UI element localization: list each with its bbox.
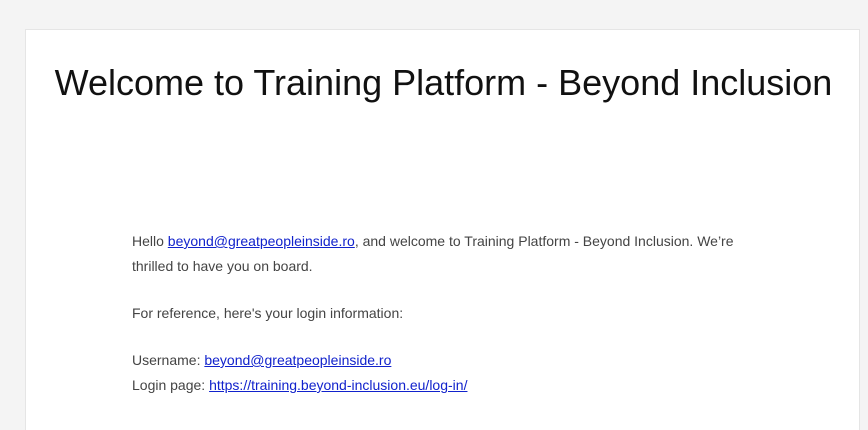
- username-line: Username: beyond@greatpeopleinside.ro: [132, 348, 752, 373]
- email-viewport: Welcome to Training Platform - Beyond In…: [0, 0, 868, 430]
- reference-paragraph: For reference, here's your login informa…: [132, 305, 404, 321]
- email-body: Hello beyond@greatpeopleinside.ro, and w…: [132, 229, 752, 398]
- greeting-prefix: Hello: [132, 233, 168, 249]
- login-page-link[interactable]: https://training.beyond-inclusion.eu/log…: [209, 377, 467, 393]
- email-title: Welcome to Training Platform - Beyond In…: [54, 62, 833, 103]
- username-label: Username:: [132, 352, 205, 368]
- greeting-paragraph: Hello beyond@greatpeopleinside.ro, and w…: [132, 229, 752, 279]
- login-page-line: Login page: https://training.beyond-incl…: [132, 373, 752, 398]
- email-card: Welcome to Training Platform - Beyond In…: [25, 29, 860, 430]
- greeting-email-link[interactable]: beyond@greatpeopleinside.ro: [168, 233, 355, 249]
- username-link[interactable]: beyond@greatpeopleinside.ro: [204, 352, 391, 368]
- login-page-label: Login page:: [132, 377, 210, 393]
